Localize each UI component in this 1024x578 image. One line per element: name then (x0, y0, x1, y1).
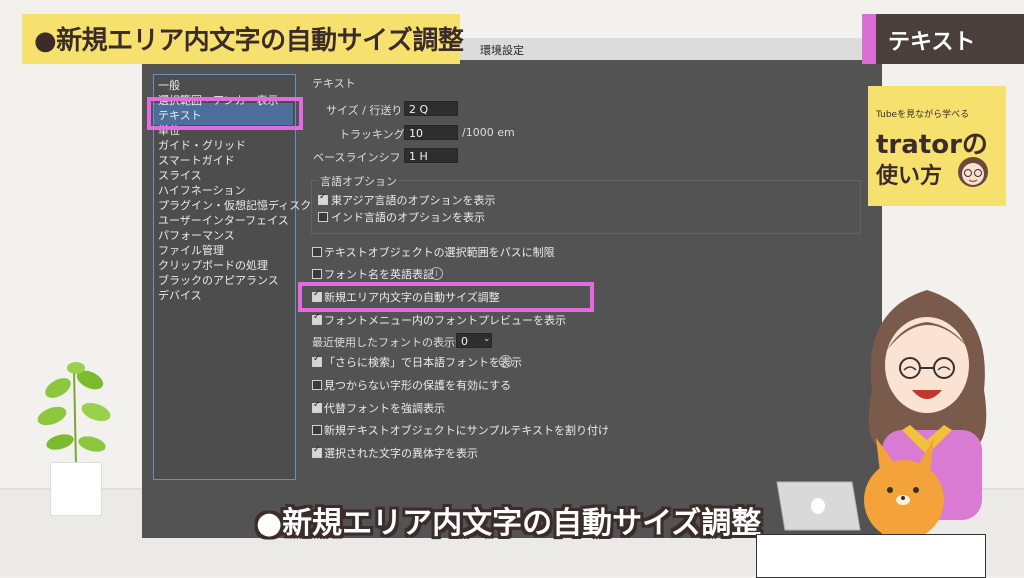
font-english-label: フォント名を英語表記 (324, 268, 434, 281)
font-english-checkbox[interactable] (312, 269, 322, 279)
category-file-handling[interactable]: ファイル管理 (158, 242, 224, 258)
east-asian-checkbox[interactable] (318, 192, 328, 205)
category-smart-guides[interactable]: スマートガイド (158, 152, 235, 168)
more-search-checkbox[interactable] (312, 354, 322, 367)
category-black-appearance[interactable]: ブラックのアピアランス (158, 272, 279, 288)
category-plugins-scratch[interactable]: プラグイン・仮想記憶ディスク (158, 197, 311, 213)
category-devices[interactable]: デバイス (158, 287, 202, 303)
promo-subtitle: Tubeを見ながら学べる (876, 110, 970, 120)
category-clipboard[interactable]: クリップボードの処理 (158, 257, 268, 273)
baseline-shift-field[interactable]: 1 H (404, 148, 458, 163)
language-options-label: 言語オプション (318, 173, 399, 189)
size-leading-field[interactable]: 2 Q (404, 101, 458, 116)
category-guides-grid[interactable]: ガイド・グリッド (158, 137, 246, 153)
size-leading-label: サイズ / 行送り： (326, 104, 414, 117)
badge-label: テキスト (888, 30, 976, 55)
promo-title-word: trator (876, 130, 962, 160)
east-asian-option-label: 東アジア言語のオプションを表示 (331, 194, 496, 207)
tracking-field[interactable]: 10 (404, 125, 458, 140)
missing-glyph-label: 見つからない字形の保護を有効にする (324, 379, 512, 392)
alternates-checkbox[interactable] (312, 445, 322, 458)
laptop-illustration (776, 481, 861, 531)
indic-option-label: インド言語のオプションを表示 (331, 211, 485, 224)
info-icon[interactable]: i (430, 267, 443, 280)
info-icon[interactable]: i (499, 355, 512, 368)
mascot-illustration (864, 438, 944, 540)
category-user-interface[interactable]: ユーザーインターフェイス (158, 212, 289, 228)
highlight-box-text-category (147, 97, 303, 130)
category-general[interactable]: 一般 (158, 77, 180, 93)
face-icon (958, 157, 988, 187)
highlight-substitute-label: 代替フォントを強調表示 (324, 402, 445, 415)
sample-text-checkbox[interactable] (312, 425, 322, 435)
indic-checkbox[interactable] (318, 212, 328, 222)
highlight-substitute-checkbox[interactable] (312, 400, 322, 413)
section-title: テキスト (312, 77, 356, 90)
banner-title: ●新規エリア内文字の自動サイズ調整 (34, 26, 464, 56)
limit-path-label: テキストオブジェクトの選択範囲をパスに制限 (324, 246, 555, 259)
sample-text-label: 新規テキストオブジェクトにサンプルテキストを割り付け (324, 424, 610, 437)
font-preview-checkbox[interactable] (312, 312, 322, 325)
category-performance[interactable]: パフォーマンス (158, 227, 235, 243)
tracking-unit: /1000 em (462, 126, 515, 139)
font-preview-label: フォントメニュー内のフォントプレビューを表示 (324, 314, 566, 327)
dialog-title: 環境設定 (480, 44, 524, 57)
video-subtitle: ●新規エリア内文字の自動サイズ調整 (256, 506, 762, 541)
badge-accent-bar (862, 14, 876, 64)
plant-illustration (37, 362, 111, 466)
highlight-box-auto-size (298, 282, 594, 312)
limit-path-checkbox[interactable] (312, 247, 322, 257)
chevron-down-icon: ⌄ (483, 334, 491, 344)
category-slices[interactable]: スライス (158, 167, 202, 183)
missing-glyph-checkbox[interactable] (312, 380, 322, 390)
recent-fonts-label: 最近使用したフォントの表示数： (312, 336, 477, 349)
desk-outline (756, 534, 986, 578)
plant-pot (50, 462, 102, 516)
alternates-label: 選択された文字の異体字を表示 (324, 447, 478, 460)
promo-title-line2: 使い方 (876, 164, 943, 189)
category-hyphenation[interactable]: ハイフネーション (158, 182, 246, 198)
more-search-label: 「さらに検索」で日本語フォントを表示 (324, 356, 522, 369)
